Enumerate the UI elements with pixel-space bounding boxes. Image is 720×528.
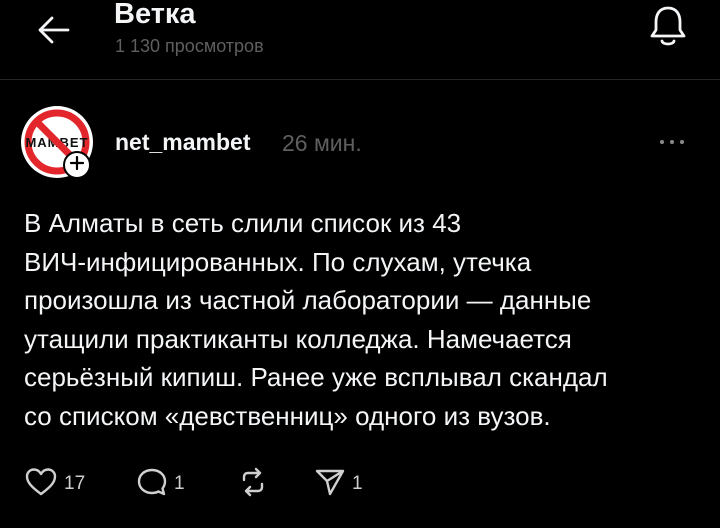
comment-icon [136,467,168,502]
repost-button[interactable] [236,462,270,506]
arrow-left-icon [37,15,71,50]
share-button[interactable]: 1 [314,462,363,506]
repost-icon [236,467,270,502]
comment-button[interactable]: 1 [136,462,185,506]
views-count: 1 130 просмотров [115,36,264,56]
shares-count: 1 [352,473,363,494]
heart-icon [24,467,58,502]
notifications-button[interactable] [636,0,700,56]
bell-icon [648,3,688,54]
like-button[interactable]: 17 [24,462,85,506]
author-username[interactable]: net_mambet [115,127,250,157]
top-bar: Ветка 1 130 просмотров [0,0,720,80]
plus-icon [69,155,85,175]
more-icon [657,140,687,144]
post: MAMBET net_mambet 26 мин. В Алматы в сет… [0,80,720,528]
back-button[interactable] [28,10,80,54]
post-time: 26 мин. [282,130,362,156]
follow-button[interactable] [63,151,91,179]
post-text: В Алматы в сеть слили список из 43 ВИЧ-и… [24,208,608,431]
likes-count: 17 [64,473,86,494]
thread-screen: Ветка 1 130 просмотров MAMBET [0,0,720,528]
send-icon [314,467,346,502]
page-title: Ветка [114,0,196,30]
more-options-button[interactable] [648,124,696,160]
comments-count: 1 [174,473,185,494]
post-actions: 17 1 1 [0,462,720,506]
